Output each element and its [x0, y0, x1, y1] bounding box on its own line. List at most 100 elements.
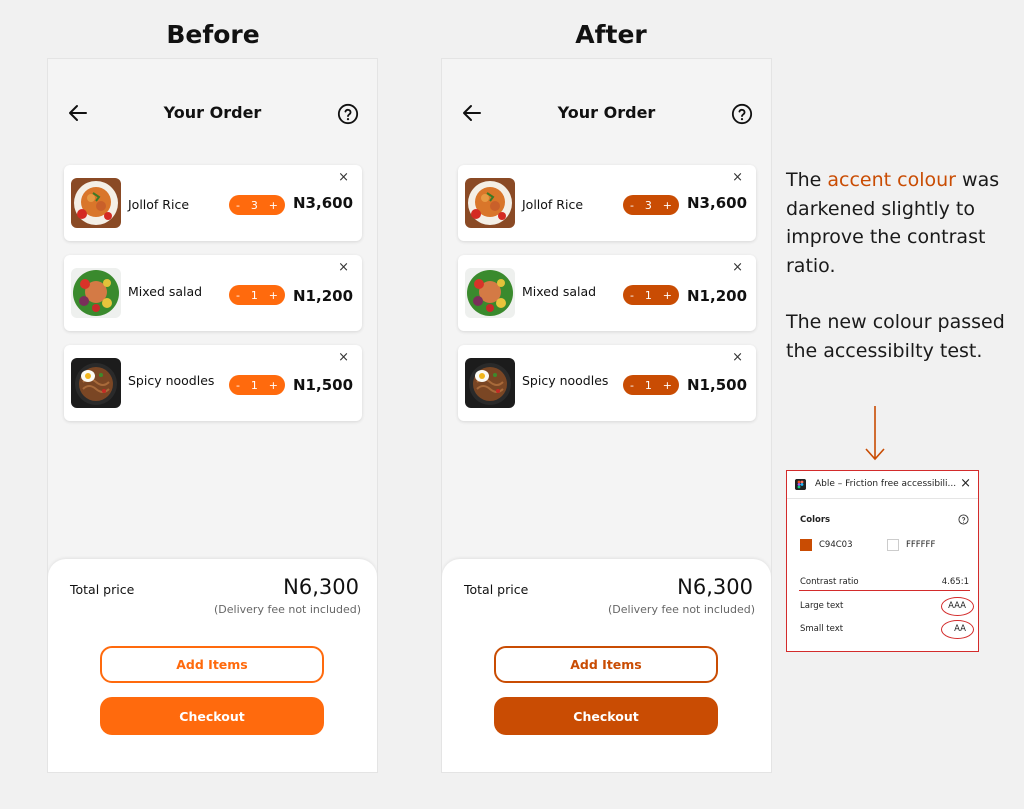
order-item-card: Jollof Rice - 3 + N3,600 × [458, 165, 756, 241]
explanation-paragraph-1: The accent colour was darkened slightly … [786, 166, 1014, 280]
quantity-value: 1 [644, 378, 652, 392]
text-segment: The [786, 169, 828, 191]
foreground-color-hex[interactable]: C94C03 [819, 540, 853, 550]
jollof-rice-image [71, 178, 121, 228]
before-screen: Your Order Jollof Rice - 3 + N3,600 × Mi… [48, 59, 377, 772]
contrast-ratio-value: 4.65:1 [941, 577, 969, 587]
quantity-value: 1 [250, 288, 258, 302]
quantity-stepper[interactable]: - 1 + [623, 285, 679, 305]
quantity-value: 3 [644, 198, 652, 212]
figma-logo-icon [795, 479, 806, 490]
remove-item-icon[interactable]: × [338, 350, 349, 365]
item-name: Jollof Rice [128, 197, 190, 212]
decrement-button[interactable]: - [630, 289, 634, 302]
decrement-button[interactable]: - [236, 289, 240, 302]
increment-button[interactable]: + [269, 379, 278, 392]
remove-item-icon[interactable]: × [338, 260, 349, 275]
add-items-button[interactable]: Add Items [494, 646, 718, 683]
increment-button[interactable]: + [663, 199, 672, 212]
large-text-label: Large text [800, 601, 844, 611]
accessibility-plugin-panel: Able – Friction free accessibili... × Co… [786, 470, 979, 652]
order-item-card: Jollof Rice - 3 + N3,600 × [64, 165, 362, 241]
quantity-value: 1 [644, 288, 652, 302]
jollof-rice-image [465, 178, 515, 228]
order-item-card: Mixed salad - 1 + N1,200 × [64, 255, 362, 331]
quantity-stepper[interactable]: - 3 + [229, 195, 285, 215]
explanation-paragraph-2: The new colour passed the accessibilty t… [786, 311, 1005, 362]
delivery-fee-note: (Delivery fee not included) [608, 603, 755, 616]
item-price: N1,500 [293, 376, 353, 394]
decrement-button[interactable]: - [630, 379, 634, 392]
item-price: N3,600 [687, 194, 747, 212]
total-price-value: N6,300 [677, 575, 753, 599]
quantity-stepper[interactable]: - 3 + [623, 195, 679, 215]
total-price-value: N6,300 [283, 575, 359, 599]
mixed-salad-image [71, 268, 121, 318]
before-heading: Before [166, 20, 260, 49]
item-price: N1,200 [293, 287, 353, 305]
plugin-header: Able – Friction free accessibili... × [795, 476, 971, 493]
page-title: Your Order [557, 103, 656, 122]
increment-button[interactable]: + [269, 199, 278, 212]
remove-item-icon[interactable]: × [338, 170, 349, 185]
quantity-stepper[interactable]: - 1 + [229, 285, 285, 305]
total-price-label: Total price [70, 582, 135, 597]
increment-button[interactable]: + [663, 289, 672, 302]
item-name: Mixed salad [522, 284, 597, 299]
item-name: Jollof Rice [522, 197, 584, 212]
increment-button[interactable]: + [269, 289, 278, 302]
background-color-hex[interactable]: FFFFFF [906, 540, 935, 550]
spicy-noodles-image [465, 358, 515, 408]
item-price: N1,200 [687, 287, 747, 305]
page-title: Your Order [163, 103, 262, 122]
quantity-value: 3 [250, 198, 258, 212]
item-price: N1,500 [687, 376, 747, 394]
remove-item-icon[interactable]: × [732, 170, 743, 185]
checkout-button[interactable]: Checkout [494, 697, 718, 735]
help-circle-icon[interactable] [731, 103, 753, 125]
order-summary-sheet: Total price N6,300 (Delivery fee not inc… [442, 559, 771, 772]
quantity-stepper[interactable]: - 1 + [623, 375, 679, 395]
colors-label: Colors [800, 515, 831, 525]
help-circle-icon[interactable] [337, 103, 359, 125]
close-icon[interactable]: × [960, 476, 971, 491]
order-item-card: Mixed salad - 1 + N1,200 × [458, 255, 756, 331]
decrement-button[interactable]: - [236, 199, 240, 212]
after-screen: Your Order Jollof Rice - 3 + N3,600 × Mi… [442, 59, 771, 772]
arrow-down-icon [865, 406, 885, 461]
background-color-swatch[interactable] [887, 539, 899, 551]
after-heading: After [575, 20, 647, 49]
decrement-button[interactable]: - [630, 199, 634, 212]
highlight-underline [799, 590, 970, 591]
add-items-button[interactable]: Add Items [100, 646, 324, 683]
accent-colour-highlight: accent colour [827, 169, 956, 191]
item-name: Spicy noodles [522, 373, 609, 388]
highlight-circle [941, 597, 974, 616]
explanation-text: The accent colour was darkened slightly … [786, 166, 1014, 393]
remove-item-icon[interactable]: × [732, 350, 743, 365]
remove-item-icon[interactable]: × [732, 260, 743, 275]
delivery-fee-note: (Delivery fee not included) [214, 603, 361, 616]
small-text-label: Small text [800, 624, 844, 634]
checkout-button[interactable]: Checkout [100, 697, 324, 735]
spicy-noodles-image [71, 358, 121, 408]
order-item-card: Spicy noodles - 1 + N1,500 × [64, 345, 362, 421]
help-circle-icon[interactable] [958, 514, 969, 525]
quantity-stepper[interactable]: - 1 + [229, 375, 285, 395]
order-summary-sheet: Total price N6,300 (Delivery fee not inc… [48, 559, 377, 772]
item-price: N3,600 [293, 194, 353, 212]
highlight-circle [941, 620, 974, 639]
mixed-salad-image [465, 268, 515, 318]
order-item-card: Spicy noodles - 1 + N1,500 × [458, 345, 756, 421]
quantity-value: 1 [250, 378, 258, 392]
divider [787, 498, 978, 499]
foreground-color-swatch[interactable] [800, 539, 812, 551]
contrast-ratio-label: Contrast ratio [800, 577, 859, 587]
item-name: Spicy noodles [128, 373, 215, 388]
decrement-button[interactable]: - [236, 379, 240, 392]
item-name: Mixed salad [128, 284, 203, 299]
increment-button[interactable]: + [663, 379, 672, 392]
contrast-ratio-row: Contrast ratio 4.65:1 [800, 577, 969, 587]
total-price-label: Total price [464, 582, 529, 597]
plugin-title: Able – Friction free accessibili... [815, 479, 957, 489]
